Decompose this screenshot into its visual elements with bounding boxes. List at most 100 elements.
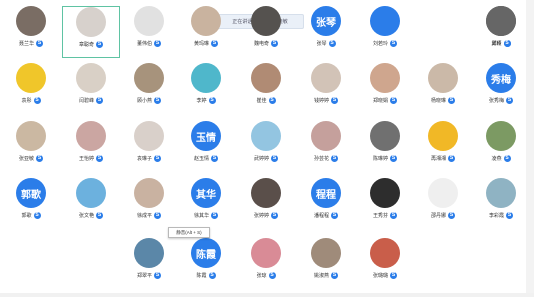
participant-tile[interactable]: 凌燕 S [472,121,530,173]
participant-tile[interactable]: 孙芸花 S [297,121,355,173]
participant-tile[interactable]: 袁彤 S [2,63,60,115]
participant-name-row: 袁彤 S [21,96,41,104]
participant-tile[interactable]: 钱婷婷 S [297,63,355,115]
participant-tile[interactable]: 张婷婷 S [237,178,295,230]
participant-tile[interactable]: 玉情赵玉情 S [177,121,235,173]
participant-name: 赵玉情 [193,155,209,162]
avatar [76,178,106,208]
participant-name: 顾小燕 [136,97,152,104]
participant-name: 杨晓琳 [430,97,446,104]
status-badge-icon: S [503,154,511,162]
participant-grid: 聂兰华S章聪奇S董伟伯S黄玛琳S魏电奇S张琴张琴S刘若玲S邱颖S龚玲S袁彤S闫碧… [0,0,534,297]
participant-name-row: 黄玛琳 S [194,39,218,47]
participant-tile[interactable]: 徐成平 S [120,178,178,230]
participant-tile[interactable]: 章聪奇 S [62,6,120,58]
participant-name-row: 张文艳 S [79,211,103,219]
participant-name-row: 郑翠平 S [137,271,161,279]
participant-tile[interactable]: 闫碧峰 S [62,63,120,115]
participant-tile[interactable]: 张琴 张琴 S [297,6,355,58]
participant-tile[interactable]: 再湘湘 S [414,121,472,173]
participant-name: 王怡婷 [78,155,94,162]
participant-name-row: 张璐璐 S [373,271,397,279]
status-badge-icon: S [96,154,103,162]
participant-tile[interactable]: 郑晓娟 S [356,63,414,115]
participant-name: 凌燕 [491,155,502,162]
participant-name: 张文艳 [78,212,94,219]
participant-tile[interactable]: 张亚敏 S [2,121,60,173]
avatar: 郭歌 [16,178,46,208]
participant-name: 魏电奇 [253,40,269,47]
participant-name: 黄玛琳 [193,40,209,47]
participant-tile[interactable]: 董伟伯 S [120,6,178,58]
participant-name-row: 张琼 S [256,271,276,279]
avatar: 玉情 [191,121,221,151]
status-badge-icon: S [96,211,103,219]
participant-tile[interactable]: 崔佳 S [237,63,295,115]
participant-name: 徐成平 [136,212,152,219]
participant-tile[interactable]: 张璐璐 S [356,238,414,290]
participant-name-row: 杨晓琳 S [431,96,455,104]
avatar [251,63,281,93]
participant-name-row: 崔佳 S [256,96,276,104]
avatar [428,121,458,151]
participant-name: 聂兰华 [18,40,34,47]
participant-tile[interactable]: 程程 潘程程 S [297,178,355,230]
participant-tile[interactable]: 魏电奇 S [237,6,295,58]
participant-tile[interactable]: 王怡婷 S [62,121,120,173]
participant-name: 张琼 [256,272,267,279]
participant-tile[interactable]: 其华 徐其华 S [177,178,235,230]
participant-name: 王秀芬 [372,212,388,219]
participant-name-row: 董伟伯 S [137,39,161,47]
status-badge-icon: S [154,154,161,162]
participant-name-row: 张亚敏 S [19,154,43,162]
participant-tile[interactable]: 李婷 S [177,63,235,115]
avatar [311,121,341,151]
participant-name: 邵丹娜 [430,212,446,219]
participant-tile[interactable]: 姚淑燕 S [297,238,355,290]
participant-name-row: 章聪奇 S [79,40,103,48]
participant-tile[interactable]: 秀梅 张秀梅 S [472,63,530,115]
participant-name: 张璐璐 [372,272,388,279]
status-badge-icon: S [36,154,43,162]
participant-tile[interactable]: 陈琳婷 S [356,121,414,173]
participant-name-row: 徐其华 S [194,211,218,219]
participant-name-row: 闫碧峰 S [79,96,103,104]
participant-tile[interactable]: 郑翠平 S [120,238,178,290]
avatar [370,238,400,268]
participant-name: 闫碧峰 [78,97,94,104]
participant-name-row: 赵玉情 S [194,154,218,162]
participant-tile[interactable]: 王秀芬 S [356,178,414,230]
horizontal-scrollbar[interactable] [0,293,534,297]
participant-tile[interactable]: 邵丹娜 S [414,178,472,230]
status-badge-icon: S [448,154,455,162]
participant-tile[interactable]: 李彩霞 S [472,178,530,230]
avatar: 程程 [311,178,341,208]
participant-name-row: 孙芸花 S [314,154,338,162]
participant-tile[interactable]: 陈霞陈霞 S [177,238,235,290]
vertical-scrollbar[interactable] [526,0,534,297]
participant-tile[interactable]: 聂兰华 S [2,6,60,58]
status-badge-icon: S [154,96,161,104]
status-badge-icon: S [154,39,161,47]
status-badge-icon: S [390,96,397,104]
avatar [486,178,516,208]
avatar: 陈霞 [191,238,221,268]
participant-name-row: 聂兰华 S [19,39,43,47]
participant-name-row: 郭歌 S [21,211,41,219]
participant-tile[interactable]: 顾小燕 S [120,63,178,115]
status-badge-icon: S [33,211,41,219]
participant-tile[interactable]: 武婷婷 S [237,121,295,173]
participant-tile[interactable]: 郭歌郭歌 S [2,178,60,230]
participant-name: 董伟伯 [136,40,152,47]
participant-tile[interactable]: 龚玲 S [472,6,530,58]
avatar [251,121,281,151]
participant-tile[interactable]: 袁琳子 S [120,121,178,173]
participant-name-row: 陈霞 S [196,271,216,279]
participant-tile[interactable]: 张文艳 S [62,178,120,230]
participant-tile[interactable]: 杨晓琳 S [414,63,472,115]
participant-tile[interactable]: 张琼 S [237,238,295,290]
participant-name: 郑晓娟 [372,97,388,104]
participant-name-row: 李婷 S [196,96,216,104]
participant-tile[interactable]: 刘若玲 S [356,6,414,58]
participant-tile[interactable]: 黄玛琳 S [177,6,235,58]
